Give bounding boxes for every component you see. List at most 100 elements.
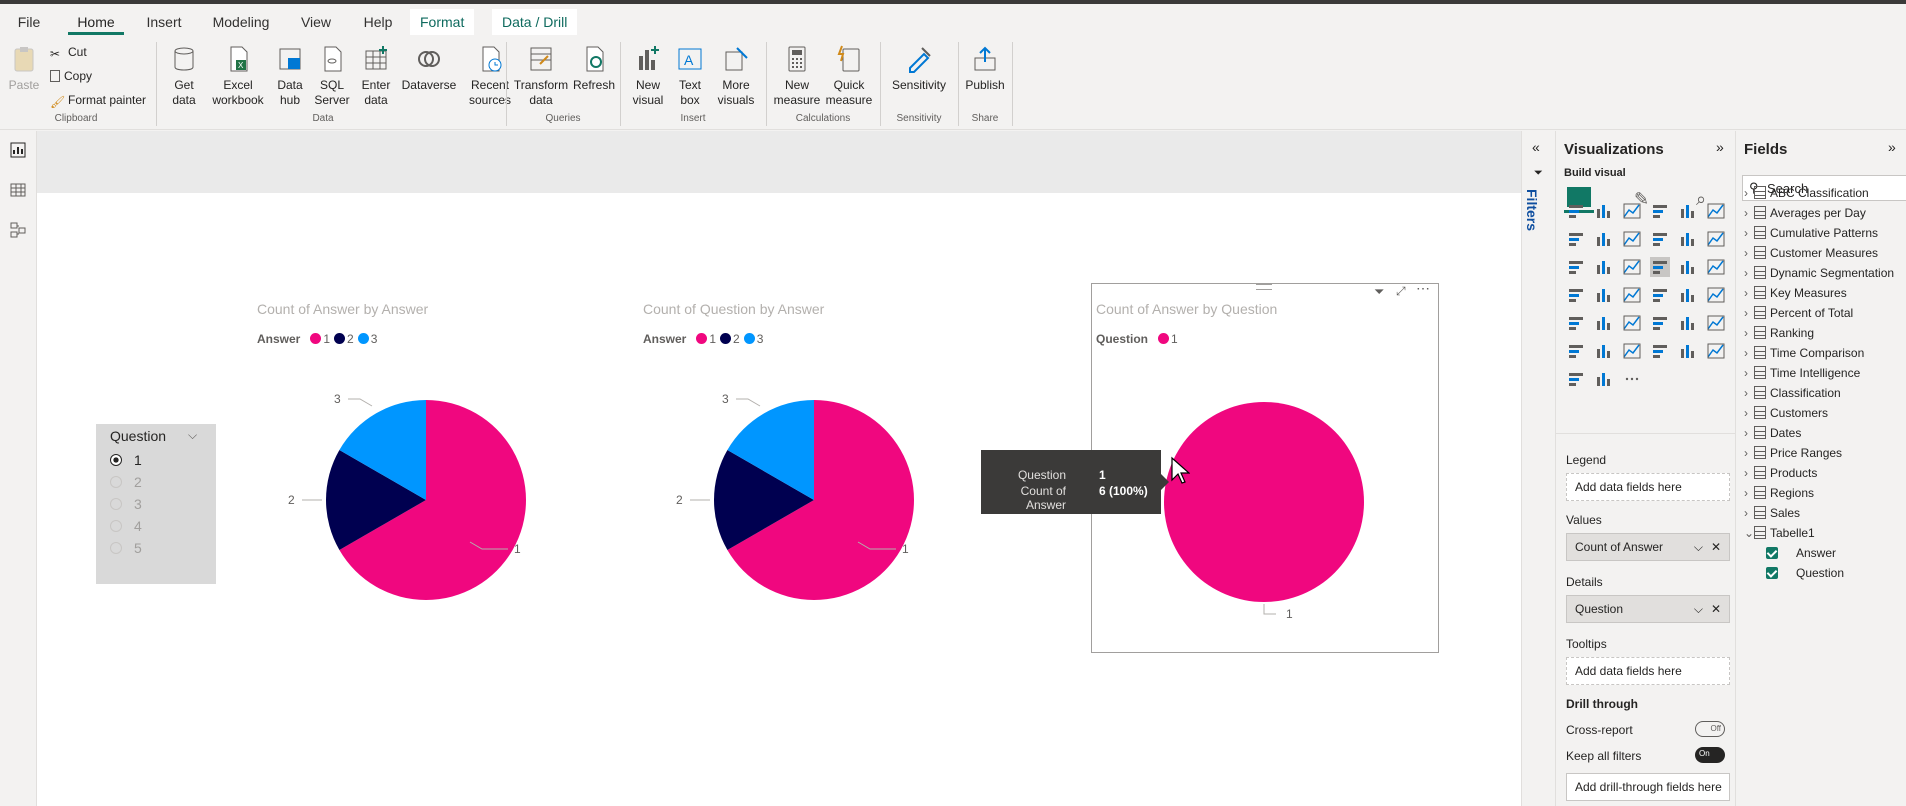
table-view-icon[interactable] [9, 181, 27, 199]
pie-slice[interactable] [1164, 402, 1364, 602]
funnel-icon[interactable] [1594, 257, 1614, 277]
slicer-icon[interactable] [1566, 313, 1586, 333]
text-box-button[interactable]: A Text box [670, 44, 710, 108]
field-table-item[interactable]: › Classification [1744, 383, 1841, 403]
slicer-option[interactable]: 2 [110, 474, 142, 490]
tab-modeling[interactable]: Modeling [208, 9, 274, 35]
legend-item[interactable]: 1 [1171, 332, 1178, 346]
drag-handle-icon[interactable] [1256, 284, 1272, 290]
tab-view[interactable]: View [296, 9, 336, 35]
chevron-right-icon[interactable]: › [1744, 403, 1754, 423]
narrative-icon[interactable] [1594, 369, 1614, 389]
card-icon[interactable] [1650, 285, 1670, 305]
filter-icon[interactable]: ⏷ [1374, 284, 1384, 300]
copy-button[interactable]: Copy [50, 66, 92, 86]
field-table-item[interactable]: › ABC Classification [1744, 183, 1869, 203]
report-view-icon[interactable] [9, 141, 27, 159]
cross-report-toggle[interactable]: Off [1695, 721, 1725, 737]
more-options-icon[interactable]: ⋯ [1416, 280, 1430, 297]
tab-home[interactable]: Home [68, 9, 124, 35]
field-table-item[interactable]: › Averages per Day [1744, 203, 1866, 223]
field-column-item[interactable]: Question [1766, 563, 1844, 583]
sensitivity-button[interactable]: Sensitivity [886, 44, 952, 93]
enter-data-button[interactable]: Enter data [356, 44, 396, 108]
area-icon[interactable] [1594, 229, 1614, 249]
field-table-item[interactable]: › Time Intelligence [1744, 363, 1860, 383]
stacked-column-icon[interactable] [1594, 201, 1614, 221]
filled-map-icon[interactable] [1594, 285, 1614, 305]
chevron-right-icon[interactable]: › [1744, 303, 1754, 323]
chevron-right-icon[interactable]: › [1744, 463, 1754, 483]
matrix-icon[interactable] [1622, 313, 1642, 333]
chevron-right-icon[interactable]: › [1744, 243, 1754, 263]
close-icon[interactable]: ✕ [1711, 534, 1721, 560]
field-table-item[interactable]: › Time Comparison [1744, 343, 1864, 363]
chevron-right-icon[interactable]: › [1744, 363, 1754, 383]
checkbox-checked-icon[interactable] [1766, 547, 1778, 559]
tab-insert[interactable]: Insert [140, 9, 188, 35]
pie-chart-2[interactable]: 1 2 3 [660, 382, 960, 622]
line-column-icon[interactable] [1650, 229, 1670, 249]
clustered-column-icon[interactable] [1650, 201, 1670, 221]
waterfall-icon[interactable] [1566, 257, 1586, 277]
focus-mode-icon[interactable]: ⤢ [1396, 284, 1406, 299]
metrics-icon[interactable] [1678, 341, 1698, 361]
field-table-item[interactable]: › Price Ranges [1744, 443, 1842, 463]
power-apps-icon[interactable] [1706, 341, 1726, 361]
100-column-icon[interactable] [1706, 201, 1726, 221]
chevron-down-icon[interactable]: ⌵ [1694, 596, 1703, 622]
drill-through-drop-zone[interactable]: Add drill-through fields here [1566, 773, 1730, 801]
values-field-pill[interactable]: Count of Answer ⌵ ✕ [1566, 533, 1730, 561]
chevron-down-icon[interactable]: ⌵ [188, 428, 197, 443]
legend-item[interactable]: 3 [757, 332, 764, 346]
data-hub-button[interactable]: Data hub [270, 44, 310, 108]
chevron-right-icon[interactable]: › [1744, 343, 1754, 363]
field-table-item[interactable]: › Regions [1744, 483, 1814, 503]
clustered-bar-icon[interactable] [1622, 201, 1642, 221]
chevron-down-icon[interactable]: ⌄ [1744, 523, 1754, 543]
more-visuals-button[interactable]: More visuals [712, 44, 760, 108]
100-bar-icon[interactable] [1678, 201, 1698, 221]
ribbon-icon[interactable] [1706, 229, 1726, 249]
paginated-icon[interactable] [1650, 341, 1670, 361]
more-icon[interactable] [1622, 369, 1642, 389]
slicer-option[interactable]: 1 [110, 452, 142, 468]
legend-item[interactable]: 1 [323, 332, 330, 346]
donut-icon[interactable] [1678, 257, 1698, 277]
gauge-icon[interactable] [1622, 285, 1642, 305]
legend-item[interactable]: 1 [709, 332, 716, 346]
qa-icon[interactable] [1594, 341, 1614, 361]
stacked-area-icon[interactable] [1622, 229, 1642, 249]
filters-label[interactable]: Filters [1524, 189, 1540, 231]
decomposition-tree-icon[interactable] [1566, 341, 1586, 361]
refresh-button[interactable]: Refresh [572, 44, 616, 93]
treemap-icon[interactable] [1706, 257, 1726, 277]
chevron-down-icon[interactable]: ⌵ [1694, 534, 1703, 560]
chevron-right-icon[interactable]: › [1744, 503, 1754, 523]
collapse-icon[interactable]: » [1716, 139, 1724, 155]
new-measure-button[interactable]: New measure [772, 44, 822, 108]
publish-button[interactable]: Publish [962, 44, 1008, 93]
get-data-button[interactable]: Get data [164, 44, 204, 108]
line-stacked-column-icon[interactable] [1678, 229, 1698, 249]
stacked-bar-icon[interactable] [1566, 201, 1586, 221]
field-table-item[interactable]: › Dynamic Segmentation [1744, 263, 1894, 283]
cut-button[interactable]: ✂ Cut [50, 42, 87, 62]
field-table-item[interactable]: › Sales [1744, 503, 1800, 523]
tab-data-drill[interactable]: Data / Drill [492, 9, 578, 35]
slicer-option[interactable]: 3 [110, 496, 142, 512]
scatter-icon[interactable] [1622, 257, 1642, 277]
tab-help[interactable]: Help [358, 9, 398, 35]
excel-workbook-button[interactable]: X Excel workbook [210, 44, 266, 108]
paste-button[interactable]: Paste [6, 44, 42, 93]
tab-format[interactable]: Format [410, 9, 475, 35]
tooltips-drop-zone[interactable]: Add data fields here [1566, 657, 1730, 685]
question-slicer[interactable]: Question ⌵ 1 2 3 4 5 [96, 424, 216, 584]
legend-drop-zone[interactable]: Add data fields here [1566, 473, 1730, 501]
dataverse-button[interactable]: Dataverse [400, 44, 458, 93]
format-painter-button[interactable]: 🖌 Format painter [50, 90, 146, 110]
chevron-right-icon[interactable]: › [1744, 283, 1754, 303]
chevron-right-icon[interactable]: › [1744, 183, 1754, 203]
field-table-item[interactable]: › Dates [1744, 423, 1801, 443]
pie-chart-1[interactable]: 1 2 3 [272, 382, 572, 622]
